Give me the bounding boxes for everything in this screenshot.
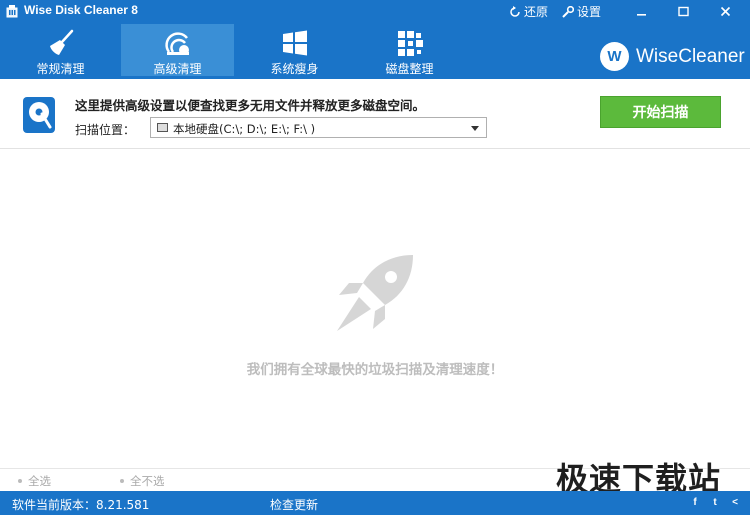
windows-icon	[282, 30, 307, 56]
start-scan-button[interactable]: 开始扫描	[600, 96, 721, 128]
defrag-icon	[397, 31, 423, 56]
select-none-label: 全不选	[130, 474, 165, 488]
tab-advanced-clean[interactable]: 高级清理	[121, 24, 234, 76]
minimize-icon	[636, 13, 646, 16]
title-bar: Wise Disk Cleaner 8 还原 设置	[0, 0, 750, 22]
bullet-icon	[18, 479, 22, 483]
bullet-icon	[120, 479, 124, 483]
tab-common-clean[interactable]: 常规清理	[4, 24, 117, 76]
restore-button[interactable]: 还原	[509, 3, 548, 20]
tab-system-slim[interactable]: 系统瘦身	[238, 24, 351, 76]
tab-common-clean-label: 常规清理	[36, 62, 85, 76]
settings-button[interactable]: 设置	[562, 3, 601, 20]
app-title: Wise Disk Cleaner 8	[24, 3, 138, 17]
hard-drive-icon	[157, 123, 168, 132]
maximize-icon	[677, 6, 689, 16]
tab-system-slim-label: 系统瘦身	[270, 62, 319, 76]
vacuum-icon	[164, 32, 189, 55]
check-update-link[interactable]: 检查更新	[270, 496, 318, 513]
facebook-icon[interactable]: f	[688, 496, 702, 510]
restore-label: 还原	[524, 5, 549, 19]
status-bar: 软件当前版本：8.21.581 检查更新 f t <	[0, 491, 750, 515]
minimize-button[interactable]	[628, 0, 654, 22]
select-all-link[interactable]: 全选	[18, 473, 51, 489]
empty-state-message: 我们拥有全球最快的垃圾扫描及清理速度！	[246, 362, 504, 378]
select-all-label: 全选	[28, 474, 51, 488]
tab-advanced-clean-label: 高级清理	[153, 62, 202, 76]
version-text: 软件当前版本：8.21.581	[12, 498, 150, 512]
scan-settings-panel: 这里提供高级设置以便查找更多无用文件并释放更多磁盘空间。 扫描位置： 本地硬盘(…	[0, 79, 750, 149]
broom-icon	[49, 29, 73, 55]
scan-location-value: 本地硬盘(C:\; D:\; E:\; F:\ )	[173, 122, 316, 136]
scan-location-label: 扫描位置：	[75, 123, 136, 137]
settings-label: 设置	[577, 5, 602, 19]
select-none-link[interactable]: 全不选	[120, 473, 165, 489]
tab-defrag[interactable]: 磁盘整理	[353, 24, 466, 76]
share-icon[interactable]: <	[728, 496, 742, 510]
close-button[interactable]	[712, 0, 738, 22]
tab-defrag-label: 磁盘整理	[385, 62, 434, 76]
brand: W WiseCleaner	[600, 42, 745, 71]
maximize-button[interactable]	[670, 0, 696, 22]
brand-name: WiseCleaner	[636, 45, 745, 67]
app-icon	[6, 5, 18, 18]
info-description: 这里提供高级设置以便查找更多无用文件并释放更多磁盘空间。	[75, 98, 426, 113]
results-area: 我们拥有全球最快的垃圾扫描及清理速度！	[0, 150, 750, 468]
wrench-icon	[562, 5, 574, 18]
close-icon	[720, 6, 730, 16]
scan-location-select[interactable]: 本地硬盘(C:\; D:\; E:\; F:\ )	[150, 117, 487, 138]
disk-icon	[23, 97, 55, 133]
twitter-icon[interactable]: t	[708, 496, 722, 510]
wisecleaner-logo: W	[600, 42, 629, 71]
chevron-down-icon	[471, 126, 479, 131]
rocket-icon	[337, 255, 413, 331]
restore-icon	[510, 5, 520, 17]
